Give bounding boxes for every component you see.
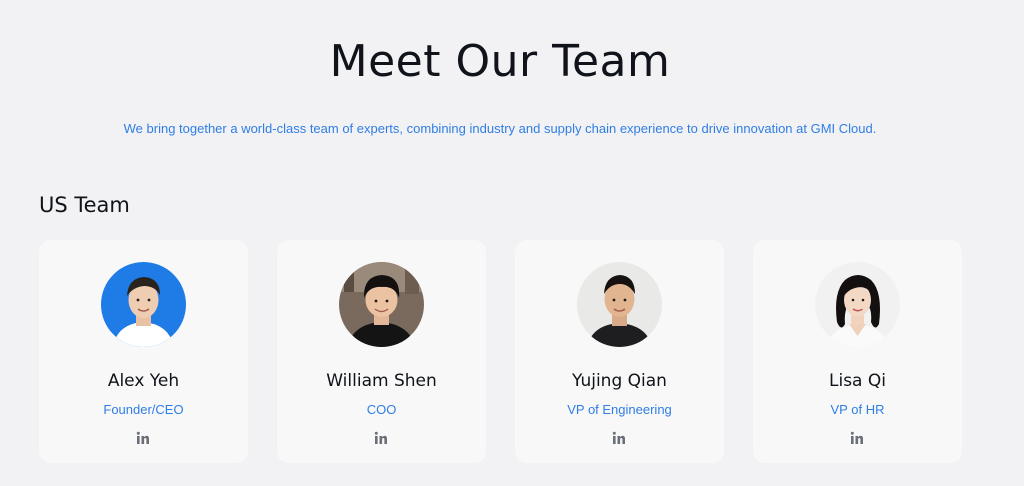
avatar xyxy=(815,262,900,347)
avatar xyxy=(101,262,186,347)
member-name: Yujing Qian xyxy=(572,371,667,391)
linkedin-icon[interactable] xyxy=(373,430,389,446)
linkedin-icon[interactable] xyxy=(135,430,151,446)
avatar xyxy=(577,262,662,347)
member-role: VP of HR xyxy=(830,402,885,417)
member-role: COO xyxy=(366,402,397,417)
member-name: Alex Yeh xyxy=(107,371,180,391)
linkedin-icon[interactable] xyxy=(849,430,865,446)
section-title: US Team xyxy=(39,193,130,217)
member-card: Yujing Qian VP of Engineering xyxy=(515,240,724,463)
member-role: VP of Engineering xyxy=(567,402,672,417)
member-name: William Shen xyxy=(326,371,437,391)
member-card: Alex Yeh Founder/CEO xyxy=(39,240,248,463)
team-grid: Alex Yeh Founder/CEO William Shen COO Yu… xyxy=(39,240,962,463)
member-name: Lisa Qi xyxy=(829,371,886,391)
linkedin-icon[interactable] xyxy=(611,430,627,446)
member-card: William Shen COO xyxy=(277,240,486,463)
page-subtitle: We bring together a world-class team of … xyxy=(123,121,877,136)
member-role: Founder/CEO xyxy=(103,402,184,417)
page-title: Meet Our Team xyxy=(329,36,671,87)
avatar xyxy=(339,262,424,347)
member-card: Lisa Qi VP of HR xyxy=(753,240,962,463)
